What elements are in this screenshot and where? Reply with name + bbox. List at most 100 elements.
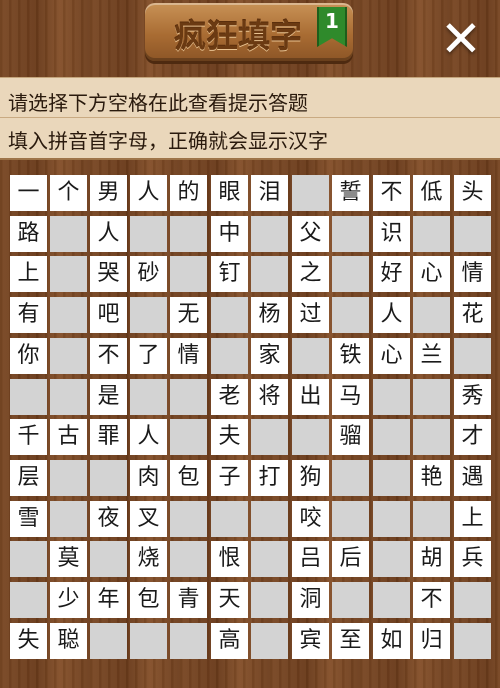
blank-cell[interactable] xyxy=(454,623,491,659)
letter-cell: 后 xyxy=(332,541,369,577)
blank-cell[interactable] xyxy=(413,216,450,252)
blank-cell[interactable] xyxy=(90,623,127,659)
blank-cell[interactable] xyxy=(170,256,207,292)
blank-cell[interactable] xyxy=(332,256,369,292)
letter-cell: 打 xyxy=(251,460,288,496)
letter-cell: 人 xyxy=(130,175,167,211)
blank-cell[interactable] xyxy=(292,175,329,211)
letter-cell: 上 xyxy=(454,501,491,537)
blank-cell[interactable] xyxy=(50,256,87,292)
blank-cell[interactable] xyxy=(170,501,207,537)
letter-cell: 夜 xyxy=(90,501,127,537)
letter-cell: 年 xyxy=(90,582,127,618)
blank-cell[interactable] xyxy=(332,460,369,496)
blank-cell[interactable] xyxy=(211,297,248,333)
blank-cell[interactable] xyxy=(292,419,329,455)
blank-cell[interactable] xyxy=(454,582,491,618)
letter-cell: 好 xyxy=(373,256,410,292)
blank-cell[interactable] xyxy=(413,297,450,333)
blank-cell[interactable] xyxy=(332,501,369,537)
letter-cell: 莫 xyxy=(50,541,87,577)
letter-cell: 无 xyxy=(170,297,207,333)
letter-cell: 有 xyxy=(10,297,47,333)
blank-cell[interactable] xyxy=(373,501,410,537)
blank-cell[interactable] xyxy=(413,419,450,455)
blank-cell[interactable] xyxy=(130,297,167,333)
letter-cell: 洞 xyxy=(292,582,329,618)
blank-cell[interactable] xyxy=(130,379,167,415)
blank-cell[interactable] xyxy=(251,216,288,252)
letter-cell: 兰 xyxy=(413,338,450,374)
letter-cell: 如 xyxy=(373,623,410,659)
blank-cell[interactable] xyxy=(50,460,87,496)
letter-cell: 过 xyxy=(292,297,329,333)
letter-cell: 钉 xyxy=(211,256,248,292)
blank-cell[interactable] xyxy=(130,623,167,659)
blank-cell[interactable] xyxy=(413,379,450,415)
letter-cell: 出 xyxy=(292,379,329,415)
blank-cell[interactable] xyxy=(373,419,410,455)
letter-cell: 老 xyxy=(211,379,248,415)
blank-cell[interactable] xyxy=(50,338,87,374)
blank-cell[interactable] xyxy=(251,501,288,537)
blank-cell[interactable] xyxy=(211,501,248,537)
blank-cell[interactable] xyxy=(10,541,47,577)
blank-cell[interactable] xyxy=(50,379,87,415)
letter-cell: 低 xyxy=(413,175,450,211)
crossword-grid: 一个男人的眼泪誓不低头路人中父识上哭砂钉之好心情有吧无杨过人花你不了情家铁心兰是… xyxy=(0,0,500,688)
blank-cell[interactable] xyxy=(373,379,410,415)
blank-cell[interactable] xyxy=(251,256,288,292)
blank-cell[interactable] xyxy=(454,338,491,374)
blank-cell[interactable] xyxy=(292,338,329,374)
letter-cell: 层 xyxy=(10,460,47,496)
blank-cell[interactable] xyxy=(251,623,288,659)
letter-cell: 夫 xyxy=(211,419,248,455)
letter-cell: 将 xyxy=(251,379,288,415)
blank-cell[interactable] xyxy=(170,541,207,577)
letter-cell: 千 xyxy=(10,419,47,455)
letter-cell: 聪 xyxy=(50,623,87,659)
letter-cell: 归 xyxy=(413,623,450,659)
letter-cell: 情 xyxy=(170,338,207,374)
blank-cell[interactable] xyxy=(170,216,207,252)
blank-cell[interactable] xyxy=(373,582,410,618)
letter-cell: 了 xyxy=(130,338,167,374)
blank-cell[interactable] xyxy=(332,582,369,618)
letter-cell: 砂 xyxy=(130,256,167,292)
letter-cell: 哭 xyxy=(90,256,127,292)
blank-cell[interactable] xyxy=(332,216,369,252)
blank-cell[interactable] xyxy=(10,582,47,618)
letter-cell: 肉 xyxy=(130,460,167,496)
blank-cell[interactable] xyxy=(170,379,207,415)
blank-cell[interactable] xyxy=(130,216,167,252)
blank-cell[interactable] xyxy=(170,419,207,455)
letter-cell: 才 xyxy=(454,419,491,455)
blank-cell[interactable] xyxy=(170,623,207,659)
blank-cell[interactable] xyxy=(251,541,288,577)
blank-cell[interactable] xyxy=(413,501,450,537)
blank-cell[interactable] xyxy=(50,216,87,252)
blank-cell[interactable] xyxy=(454,216,491,252)
blank-cell[interactable] xyxy=(373,541,410,577)
letter-cell: 罪 xyxy=(90,419,127,455)
blank-cell[interactable] xyxy=(50,501,87,537)
letter-cell: 包 xyxy=(130,582,167,618)
letter-cell: 人 xyxy=(90,216,127,252)
blank-cell[interactable] xyxy=(251,582,288,618)
blank-cell[interactable] xyxy=(211,338,248,374)
letter-cell: 心 xyxy=(413,256,450,292)
blank-cell[interactable] xyxy=(373,460,410,496)
letter-cell: 叉 xyxy=(130,501,167,537)
letter-cell: 路 xyxy=(10,216,47,252)
blank-cell[interactable] xyxy=(50,297,87,333)
blank-cell[interactable] xyxy=(10,379,47,415)
blank-cell[interactable] xyxy=(90,460,127,496)
blank-cell[interactable] xyxy=(251,419,288,455)
blank-cell[interactable] xyxy=(332,297,369,333)
blank-cell[interactable] xyxy=(90,541,127,577)
letter-cell: 头 xyxy=(454,175,491,211)
letter-cell: 铁 xyxy=(332,338,369,374)
letter-cell: 不 xyxy=(373,175,410,211)
letter-cell: 胡 xyxy=(413,541,450,577)
letter-cell: 人 xyxy=(373,297,410,333)
